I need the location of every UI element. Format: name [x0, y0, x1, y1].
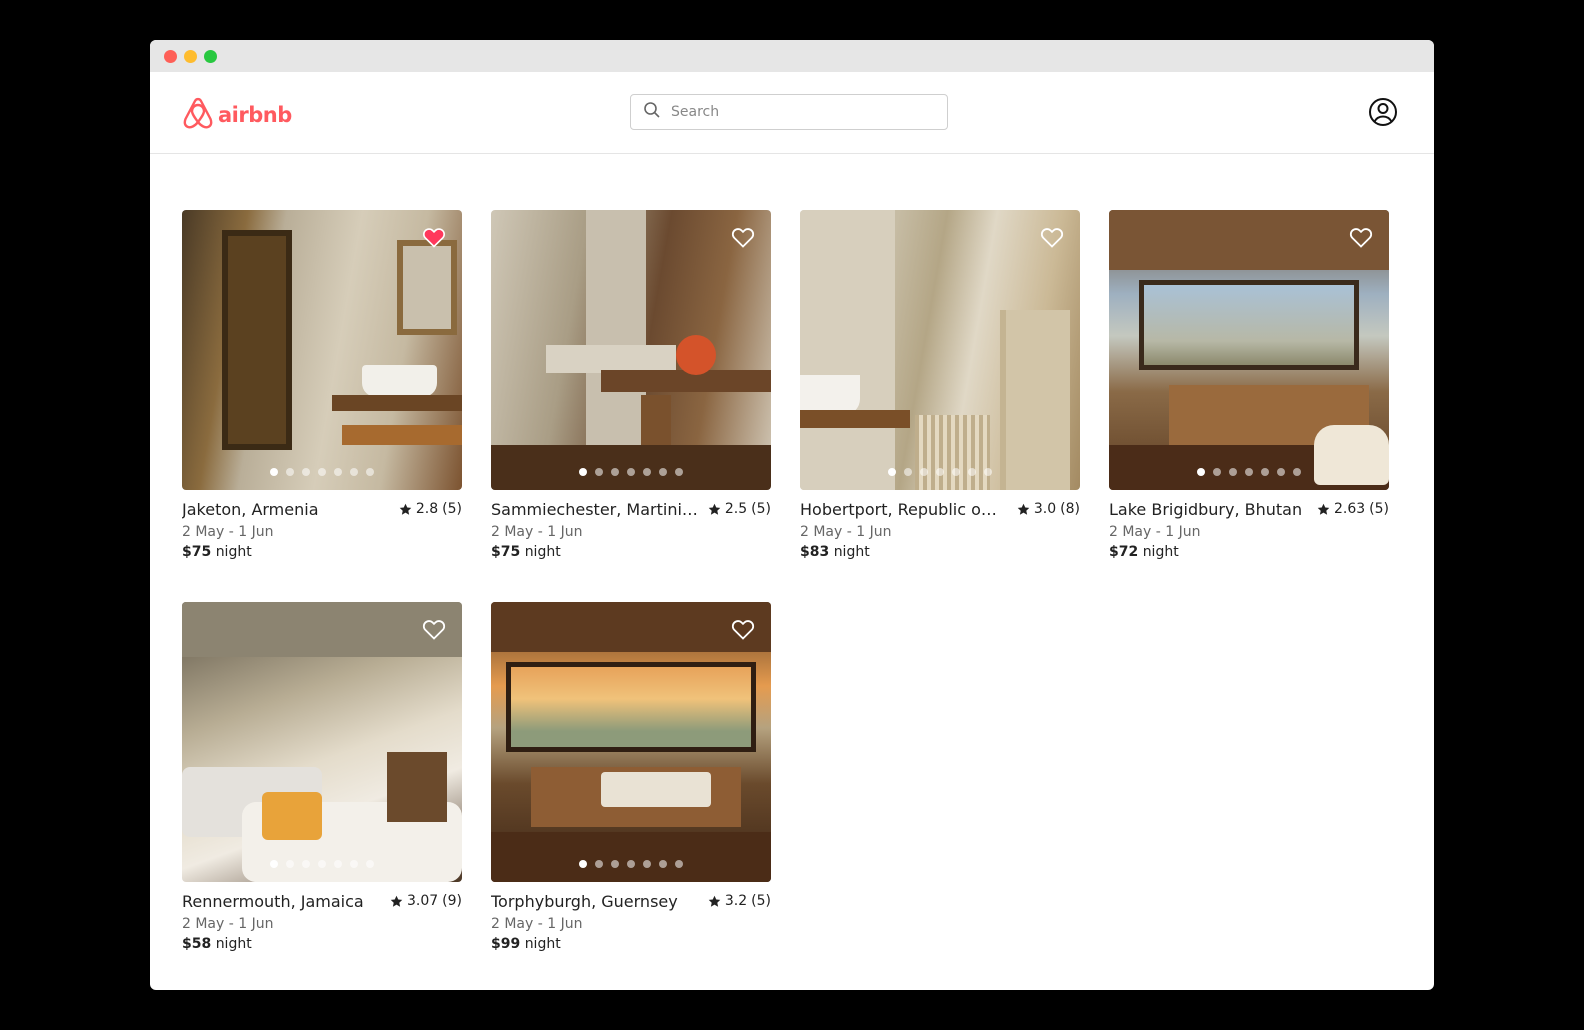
search-box[interactable]	[630, 94, 948, 130]
review-count: (5)	[751, 893, 771, 909]
app-header: airbnb	[150, 72, 1434, 154]
favorite-heart-icon[interactable]	[422, 226, 446, 248]
listing-photo[interactable]	[491, 210, 771, 490]
price-unit: night	[1142, 544, 1179, 560]
search-input[interactable]	[671, 104, 931, 120]
listing-dates: 2 May - 1 Jun	[182, 524, 274, 540]
review-count: (8)	[1060, 501, 1080, 517]
listing-location[interactable]: Hobertport, Republic of...	[800, 500, 1000, 519]
listing-rating: 2.63 (5)	[1317, 501, 1389, 517]
favorite-heart-icon[interactable]	[1040, 226, 1064, 248]
user-circle-icon[interactable]	[1368, 97, 1398, 127]
listing-photo[interactable]	[1109, 210, 1389, 490]
airbnb-belo-icon	[182, 96, 214, 134]
listing-price: $72 night	[1109, 544, 1389, 560]
price-unit: night	[215, 544, 252, 560]
listing-price: $83 night	[800, 544, 1080, 560]
listing-dates: 2 May - 1 Jun	[491, 916, 583, 932]
listing-photo[interactable]	[800, 210, 1080, 490]
listing-price: $75 night	[491, 544, 771, 560]
price-unit: night	[215, 936, 252, 952]
price-unit: night	[524, 936, 561, 952]
price-amount: $83	[800, 544, 830, 560]
rating-value: 3.0	[1033, 501, 1057, 517]
listing-card[interactable]: Lake Brigidbury, Bhutan 2.63 (5) 2 May -…	[1109, 210, 1389, 570]
price-amount: $99	[491, 936, 521, 952]
price-unit: night	[524, 544, 561, 560]
rating-value: 3.2	[724, 893, 748, 909]
review-count: (9)	[442, 893, 462, 909]
star-icon	[1017, 503, 1030, 515]
rating-value: 2.8	[415, 501, 439, 517]
listing-photo[interactable]	[182, 602, 462, 882]
price-amount: $72	[1109, 544, 1139, 560]
listing-photo[interactable]	[182, 210, 462, 490]
browser-window: airbnb Search Jaketon, Armenia 2.8 (5) 2…	[150, 40, 1434, 990]
listing-location[interactable]: Sammiechester, Martinique	[491, 500, 706, 519]
listing-rating: 2.8 (5)	[399, 501, 462, 517]
listing-location[interactable]: Jaketon, Armenia	[182, 500, 382, 519]
rating-value: 3.07	[406, 893, 439, 909]
logo-wordmark: airbnb	[218, 103, 292, 127]
listing-location[interactable]: Lake Brigidbury, Bhutan	[1109, 500, 1309, 519]
listing-location[interactable]: Torphyburgh, Guernsey	[491, 892, 691, 911]
review-count: (5)	[1369, 501, 1389, 517]
listing-card[interactable]: Rennermouth, Jamaica 3.07 (9) 2 May - 1 …	[182, 602, 462, 962]
listing-card[interactable]: Sammiechester, Martinique 2.5 (5) 2 May …	[491, 210, 771, 570]
star-icon	[390, 895, 403, 907]
listing-photo[interactable]	[491, 602, 771, 882]
minimize-window-button[interactable]	[184, 50, 197, 63]
photo-carousel-dots	[182, 860, 462, 868]
photo-carousel-dots	[1109, 468, 1389, 476]
price-amount: $58	[182, 936, 212, 952]
title-bar	[150, 40, 1434, 72]
favorite-heart-icon[interactable]	[731, 618, 755, 640]
listing-price: $99 night	[491, 936, 771, 952]
listing-rating: 3.2 (5)	[708, 893, 771, 909]
maximize-window-button[interactable]	[204, 50, 217, 63]
photo-carousel-dots	[182, 468, 462, 476]
star-icon	[708, 503, 721, 515]
listing-dates: 2 May - 1 Jun	[491, 524, 583, 540]
rating-value: 2.63	[1333, 501, 1366, 517]
listing-rating: 2.5 (5)	[708, 501, 771, 517]
photo-carousel-dots	[800, 468, 1080, 476]
listing-dates: 2 May - 1 Jun	[182, 916, 274, 932]
rating-value: 2.5	[724, 501, 748, 517]
close-window-button[interactable]	[164, 50, 177, 63]
listing-card[interactable]: Torphyburgh, Guernsey 3.2 (5) 2 May - 1 …	[491, 602, 771, 962]
airbnb-logo[interactable]: airbnb	[182, 96, 292, 134]
star-icon	[708, 895, 721, 907]
price-amount: $75	[491, 544, 521, 560]
listing-rating: 3.07 (9)	[390, 893, 462, 909]
review-count: (5)	[751, 501, 771, 517]
price-unit: night	[833, 544, 870, 560]
star-icon	[399, 503, 412, 515]
star-icon	[1317, 503, 1330, 515]
listing-dates: 2 May - 1 Jun	[1109, 524, 1201, 540]
photo-carousel-dots	[491, 860, 771, 868]
listing-price: $58 night	[182, 936, 462, 952]
listing-card[interactable]: Hobertport, Republic of... 3.0 (8) 2 May…	[800, 210, 1080, 570]
price-amount: $75	[182, 544, 212, 560]
listing-location[interactable]: Rennermouth, Jamaica	[182, 892, 382, 911]
listing-card[interactable]: Jaketon, Armenia 2.8 (5) 2 May - 1 Jun $…	[182, 210, 462, 570]
search-icon	[643, 101, 661, 123]
photo-carousel-dots	[491, 468, 771, 476]
listing-rating: 3.0 (8)	[1017, 501, 1080, 517]
listing-price: $75 night	[182, 544, 462, 560]
favorite-heart-icon[interactable]	[422, 618, 446, 640]
review-count: (5)	[442, 501, 462, 517]
listing-dates: 2 May - 1 Jun	[800, 524, 892, 540]
favorite-heart-icon[interactable]	[731, 226, 755, 248]
favorite-heart-icon[interactable]	[1349, 226, 1373, 248]
